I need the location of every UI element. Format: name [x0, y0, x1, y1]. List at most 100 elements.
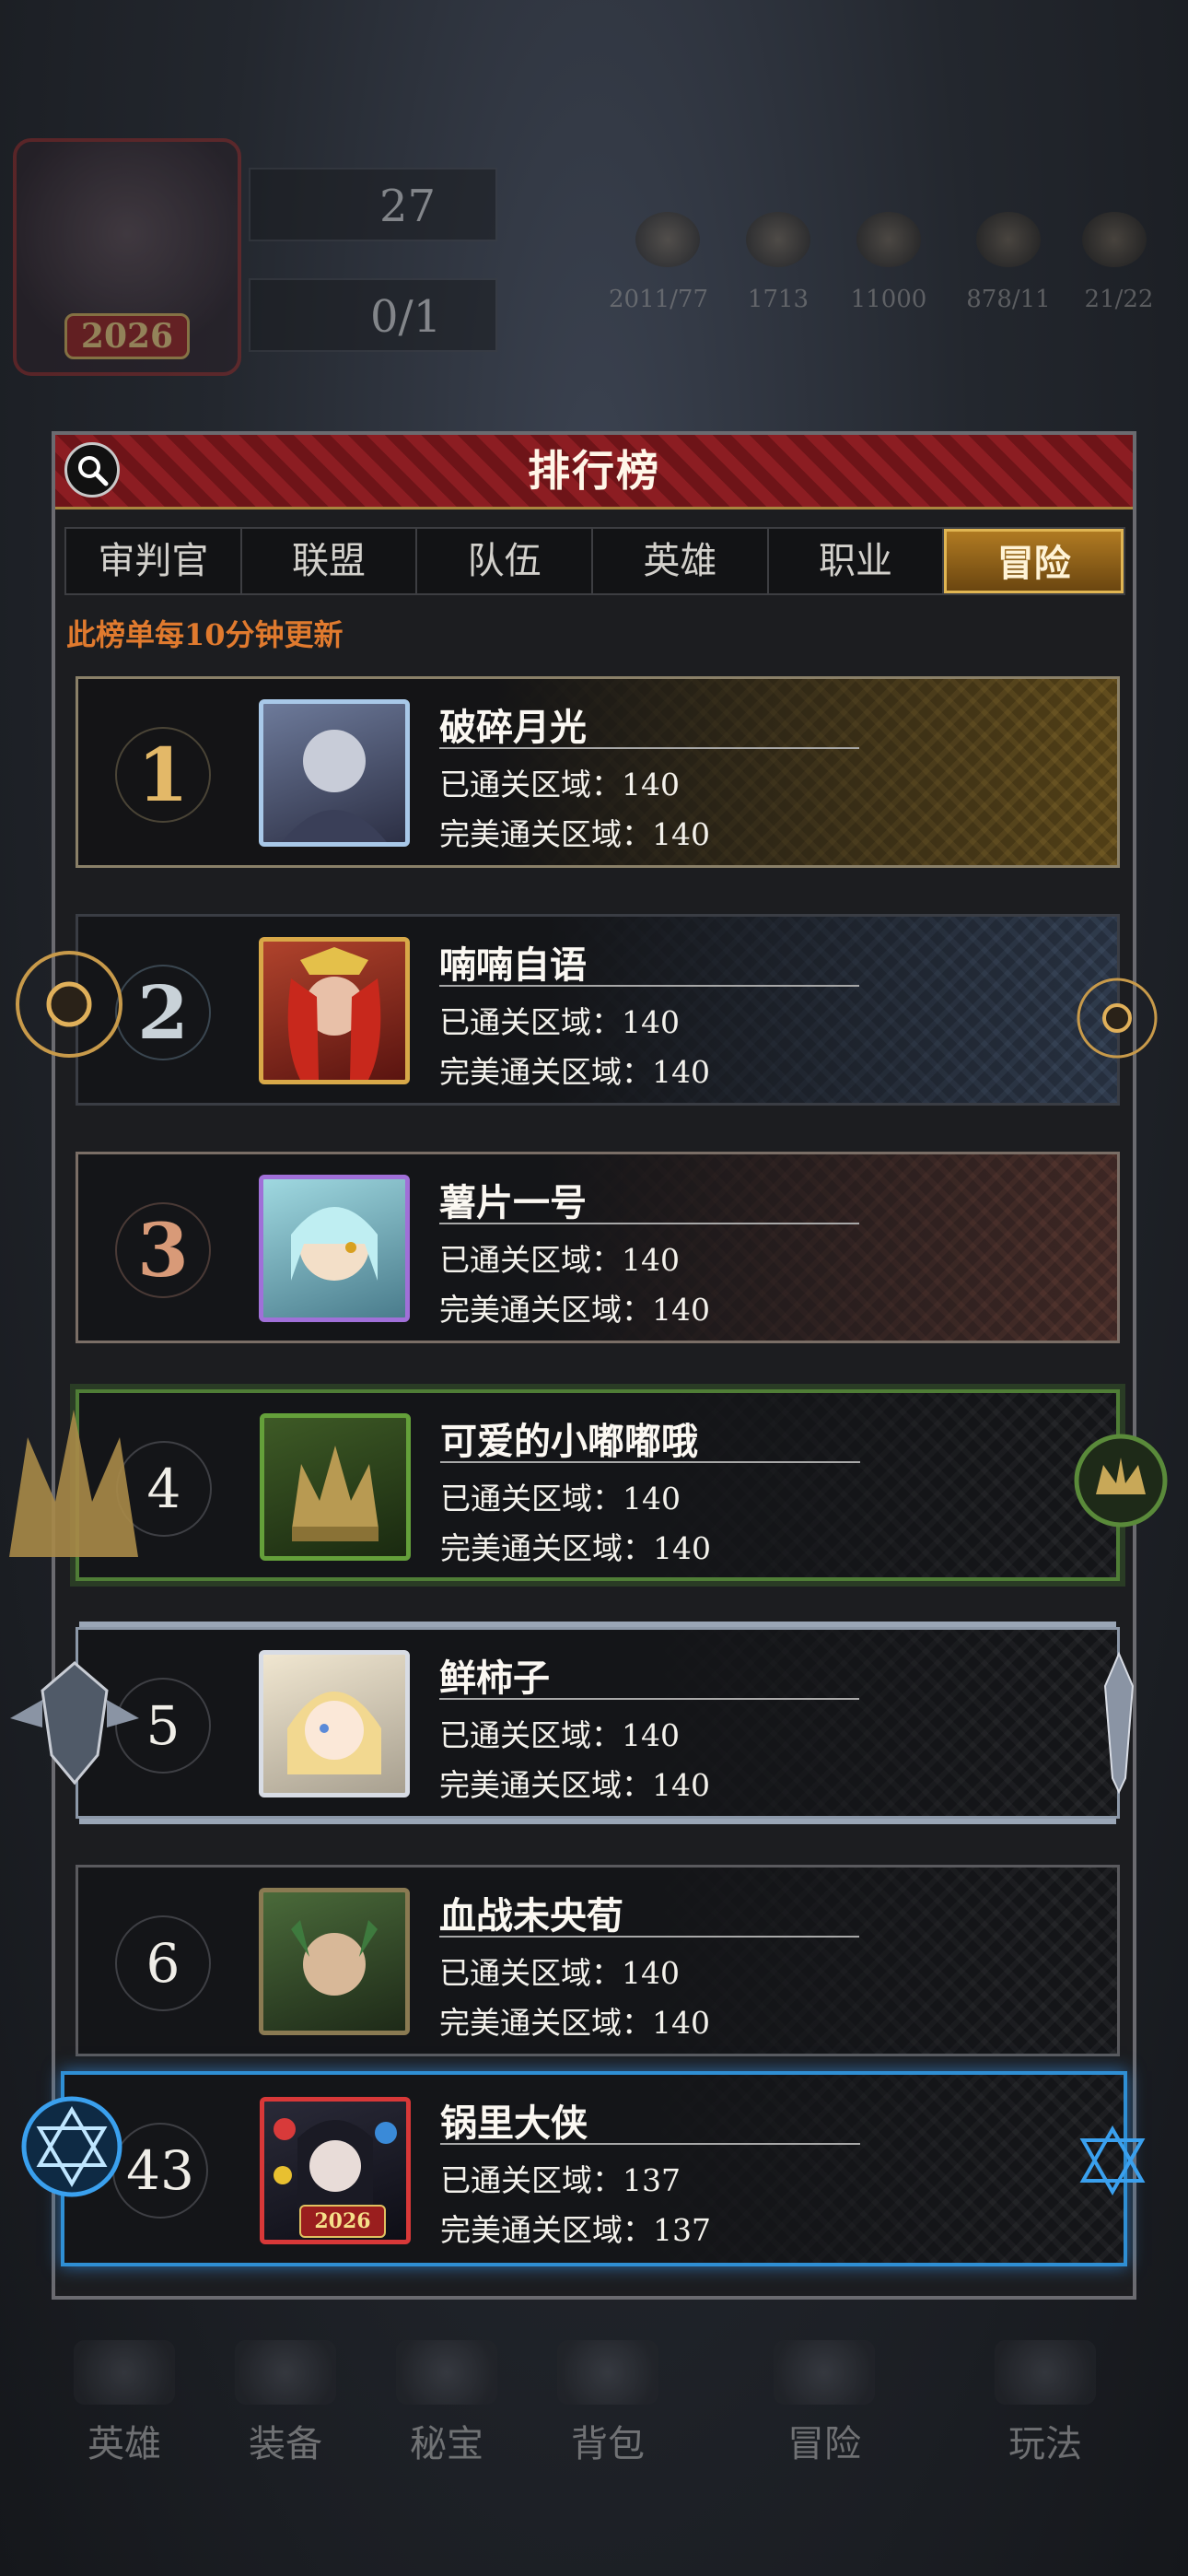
- player-name: 可爱的小嘟嘟哦: [440, 1420, 698, 1463]
- perfect-areas: 完美通关区域：140: [439, 1048, 710, 1092]
- tab-judge[interactable]: 审判官: [66, 529, 242, 593]
- tab-alliance[interactable]: 联盟: [242, 529, 418, 593]
- resource-1-icon: [635, 212, 700, 267]
- tab-bar: 审判官 联盟 队伍 英雄 职业 冒险: [64, 527, 1125, 595]
- name-divider: [439, 1223, 859, 1224]
- sun-emblem-icon: [16, 951, 122, 1058]
- nav-bag[interactable]: 背包: [548, 2414, 668, 2467]
- cleared-value: 137: [623, 2162, 681, 2198]
- update-notice: 此榜单每10分钟更新: [66, 617, 344, 652]
- stat-energy: 0/1: [249, 278, 497, 352]
- sword-emblem-icon: [1103, 1651, 1135, 1795]
- tab-team[interactable]: 队伍: [417, 529, 594, 593]
- resource-2-icon: [746, 212, 810, 267]
- player-name: 喃喃自语: [439, 943, 587, 987]
- crown-badge-icon: [1074, 1434, 1168, 1528]
- star-rank-icon: [1079, 2125, 1146, 2196]
- rank-number: 6: [115, 1915, 211, 2011]
- nav-hero[interactable]: 英雄: [64, 2414, 184, 2467]
- cleared-label: 已通关区域：: [440, 1481, 623, 1516]
- perfect-label: 完美通关区域：: [439, 1767, 652, 1803]
- resource-4-label: 878/11: [966, 286, 1051, 313]
- ranking-row-5[interactable]: 5 鲜柿子 已通关区域：140 完美通关区域：140: [76, 1627, 1120, 1819]
- winged-shield-icon: [10, 1661, 139, 1786]
- player-avatar[interactable]: [259, 1650, 410, 1797]
- ranking-row-3[interactable]: 3 薯片一号 已通关区域：140 完美通关区域：140: [76, 1152, 1120, 1343]
- cleared-value: 140: [623, 1481, 681, 1516]
- perfect-label: 完美通关区域：: [439, 2005, 652, 2041]
- cleared-value: 140: [622, 1242, 680, 1278]
- title-bar: 排行榜: [55, 435, 1133, 509]
- perfect-areas: 完美通关区域：140: [439, 1998, 710, 2043]
- ranking-row-1[interactable]: 1 破碎月光 已通关区域：140 完美通关区域：140: [76, 676, 1120, 868]
- player-name: 破碎月光: [439, 706, 587, 749]
- player-avatar[interactable]: [259, 699, 410, 847]
- tab-adventure[interactable]: 冒险: [944, 529, 1124, 593]
- perfect-value: 140: [653, 1530, 711, 1566]
- player-name: 鲜柿子: [439, 1657, 550, 1700]
- cleared-areas: 已通关区域：140: [439, 1711, 680, 1755]
- cleared-label: 已通关区域：: [439, 1004, 622, 1040]
- player-avatar[interactable]: [259, 1175, 410, 1322]
- player-avatar[interactable]: [259, 937, 410, 1084]
- cleared-areas: 已通关区域：140: [439, 1949, 680, 1993]
- hexagram-icon: [21, 2096, 122, 2197]
- rank-number: 3: [115, 1202, 211, 1298]
- perfect-value: 140: [652, 816, 710, 852]
- name-divider: [439, 1698, 859, 1700]
- player-avatar[interactable]: [259, 1888, 410, 2035]
- cleared-areas: 已通关区域：140: [440, 1474, 681, 1518]
- cleared-value: 140: [622, 1955, 680, 1991]
- cleared-label: 已通关区域：: [440, 2162, 623, 2198]
- panel-title: 排行榜: [528, 446, 660, 496]
- tab-hero[interactable]: 英雄: [593, 529, 769, 593]
- perfect-label: 完美通关区域：: [439, 1054, 652, 1090]
- nav-bag-icon: [557, 2340, 658, 2405]
- name-divider: [440, 1461, 860, 1463]
- resource-3-label: 11000: [850, 286, 927, 313]
- resource-1-label: 2011/77: [608, 286, 708, 313]
- perfect-value: 140: [652, 2005, 710, 2041]
- nav-play[interactable]: 玩法: [985, 2414, 1105, 2467]
- tab-class[interactable]: 职业: [769, 529, 945, 593]
- resource-5-label: 21/22: [1084, 286, 1154, 313]
- cleared-value: 140: [622, 1717, 680, 1753]
- my-avatar[interactable]: 2026: [260, 2097, 411, 2244]
- throne-crown-icon: [9, 1410, 138, 1557]
- perfect-areas: 完美通关区域：140: [440, 1524, 711, 1568]
- name-divider: [440, 2143, 860, 2145]
- my-name: 锅里大侠: [440, 2102, 588, 2145]
- stat-level: 27: [249, 168, 497, 241]
- ranking-row-4[interactable]: 4 可爱的小嘟嘟哦 已通关区域：140 完美通关区域：140: [76, 1389, 1120, 1581]
- player-avatar[interactable]: [260, 1413, 411, 1561]
- leaderboard-panel: 排行榜 审判官 联盟 队伍 英雄 职业 冒险 此榜单每10分钟更新 1 破碎月光…: [52, 431, 1136, 2300]
- nav-treasure[interactable]: 秘宝: [387, 2414, 507, 2467]
- cleared-label: 已通关区域：: [439, 1955, 622, 1991]
- my-perfect-areas: 完美通关区域：137: [440, 2206, 711, 2250]
- player-name: 血战未央荀: [439, 1894, 623, 1938]
- my-ranking-row[interactable]: 43 2026 锅里大侠 已通关区域：137 完美通关区域：137: [61, 2071, 1127, 2266]
- my-cleared-areas: 已通关区域：137: [440, 2156, 681, 2200]
- my-avatar-year: 2026: [299, 2205, 386, 2238]
- perfect-value: 140: [652, 1054, 710, 1090]
- perfect-label: 完美通关区域：: [440, 1530, 653, 1566]
- player-name: 薯片一号: [439, 1181, 587, 1224]
- cleared-areas: 已通关区域：140: [439, 998, 680, 1042]
- resource-2-label: 1713: [747, 286, 809, 313]
- cleared-areas: 已通关区域：140: [439, 760, 680, 804]
- nav-equipment-icon: [235, 2340, 336, 2405]
- nav-equipment[interactable]: 装备: [226, 2414, 345, 2467]
- ranking-row-6[interactable]: 6 血战未央荀 已通关区域：140 完美通关区域：140: [76, 1865, 1120, 2056]
- cleared-label: 已通关区域：: [439, 1242, 622, 1278]
- cleared-label: 已通关区域：: [439, 767, 622, 802]
- cleared-value: 140: [622, 1004, 680, 1040]
- perfect-label: 完美通关区域：: [440, 2212, 653, 2248]
- nav-adventure-icon: [774, 2340, 875, 2405]
- name-divider: [439, 747, 859, 749]
- perfect-value: 140: [652, 1292, 710, 1328]
- perfect-value: 140: [652, 1767, 710, 1803]
- nav-adventure[interactable]: 冒险: [764, 2414, 884, 2467]
- perfect-areas: 完美通关区域：140: [439, 810, 710, 854]
- ranking-row-2[interactable]: 2 喃喃自语 已通关区域：140 完美通关区域：140: [76, 914, 1120, 1106]
- cleared-value: 140: [622, 767, 680, 802]
